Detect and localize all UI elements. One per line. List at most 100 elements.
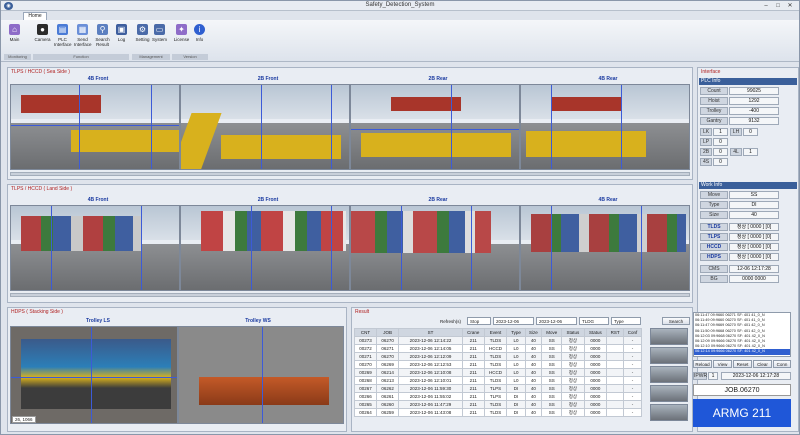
table-cell: TLDS — [483, 408, 508, 417]
log-button[interactable]: ▣ Log — [113, 22, 130, 52]
column-header[interactable]: Event — [483, 328, 508, 337]
table-cell: 정상 — [561, 368, 585, 377]
camera-feed[interactable] — [10, 84, 180, 170]
type-select[interactable]: Type — [611, 317, 641, 325]
column-header[interactable]: Conf — [623, 328, 642, 337]
table-row[interactable]: 00272 06271 2023-12-06 12:14:05 211 HCCD L0 40… — [353, 344, 642, 353]
thumbnail[interactable] — [650, 328, 688, 345]
table-cell: 2023-12-06 12:14:05 — [398, 344, 463, 353]
date-from-input[interactable]: 2023-12-06 — [493, 317, 534, 325]
plc-interface-button[interactable]: ▤ PLC Interface — [54, 22, 72, 52]
maximize-button[interactable]: □ — [773, 2, 783, 10]
send-interface-button[interactable]: ▦ Send Interface — [74, 22, 92, 52]
land-scrollbar[interactable] — [10, 293, 690, 297]
thumbnail[interactable] — [650, 347, 688, 364]
table-row[interactable]: 00267 06262 2023-12-06 11:59:30 211 TLPS DI 40… — [353, 384, 642, 393]
thumbnail[interactable] — [650, 366, 688, 383]
view-button[interactable]: View — [713, 360, 732, 368]
reload-button[interactable]: Reload — [693, 360, 712, 368]
license-button[interactable]: ✦ License — [173, 22, 190, 52]
camera-feed[interactable] — [178, 326, 344, 424]
clear-button[interactable]: Clear — [753, 360, 772, 368]
table-cell: 06261 — [376, 392, 400, 401]
table-cell: 2023-12-06 12:12:09 — [398, 352, 463, 361]
info-button[interactable]: i Info — [191, 22, 208, 52]
conn-button[interactable]: Conn — [773, 360, 791, 368]
plc-info-header: PLC Info — [699, 78, 797, 85]
camera-feed[interactable] — [10, 326, 178, 424]
minimize-button[interactable]: – — [761, 2, 771, 10]
camera-feed[interactable] — [520, 205, 690, 291]
table-cell: - — [623, 352, 642, 361]
cms-label: CMS — [700, 265, 728, 273]
column-header[interactable]: RST — [606, 328, 625, 337]
camera-feed[interactable] — [350, 205, 520, 291]
column-header[interactable]: Size — [524, 328, 543, 337]
search-button[interactable]: Search — [662, 317, 690, 325]
search-result-button[interactable]: ⚲ Search Result — [94, 22, 111, 52]
column-header[interactable]: Status — [583, 328, 608, 337]
camera-feed[interactable] — [520, 84, 690, 170]
table-cell: TLPS — [483, 384, 508, 393]
main-button[interactable]: ⌂ Main — [6, 22, 23, 52]
column-header[interactable]: CNT — [353, 328, 378, 337]
column-header[interactable]: Move — [541, 328, 563, 337]
column-header[interactable]: JOB — [376, 328, 400, 337]
table-row[interactable]: 00266 06261 2023-12-06 11:55:02 211 TLPS DI 40… — [353, 392, 642, 401]
table-cell: DI — [506, 400, 526, 409]
filter-select[interactable]: TLDG — [579, 317, 609, 325]
table-row[interactable]: 00269 06214 2023-12-06 12:10:08 211 HCCD L0 40… — [353, 368, 642, 377]
table-row[interactable]: 00270 06269 2023-12-06 12:12:53 211 TLDS L0 40… — [353, 360, 642, 369]
cms-value: 12-06 12:17:28 — [729, 265, 779, 273]
table-cell — [606, 376, 625, 385]
table-cell: 211 — [461, 384, 485, 393]
sea-scrollbar[interactable] — [10, 172, 690, 176]
table-cell — [606, 344, 625, 353]
sea-side-title: TLPS / HCCD ( Sea Side ) — [11, 69, 70, 75]
date-to-input[interactable]: 2023-12-06 — [536, 317, 577, 325]
table-row[interactable]: 00265 06260 2023-12-06 11:47:29 211 TLDS DI 40… — [353, 400, 642, 409]
table-cell: 정상 — [561, 384, 585, 393]
table-cell: 06269 — [376, 360, 400, 369]
table-cell: - — [623, 368, 642, 377]
camera-feed[interactable] — [350, 84, 520, 170]
cam-label: 2B Front — [257, 197, 279, 203]
tab-home[interactable]: Home — [23, 12, 47, 20]
log-list[interactable]: 06:11:47 09:9660 06271 SF: 401 41_0_N 06… — [693, 312, 791, 357]
table-cell — [606, 352, 625, 361]
table-cell: 211 — [461, 400, 485, 409]
column-header[interactable]: ST — [398, 328, 463, 337]
table-row[interactable]: 00271 06270 2023-12-06 12:12:09 211 TLDS L0 40… — [353, 352, 642, 361]
tlps-status-label: TLPS — [700, 233, 728, 241]
close-button[interactable]: ✕ — [785, 2, 795, 10]
table-cell: SS — [541, 384, 563, 393]
table-cell: 0000 — [583, 384, 608, 393]
land-side-panel: TLPS / HCCD ( Land Side ) 4B Front 2B Fr… — [7, 184, 693, 303]
table-row[interactable]: 00268 06213 2023-12-06 12:10:01 211 TLDS L0 40… — [353, 376, 642, 385]
camera-button[interactable]: ● Camera — [34, 22, 51, 52]
table-cell: - — [623, 336, 642, 345]
setting-button[interactable]: ⚙ Setting — [134, 22, 151, 52]
system-button[interactable]: ▭ System — [151, 22, 168, 52]
camera-feed[interactable] — [180, 205, 350, 291]
column-header[interactable]: Type — [506, 328, 526, 337]
thumbnail[interactable] — [650, 404, 688, 421]
log-line-selected[interactable]: 06:12:14 09:9666 06270 SF: 401 42_0_N — [694, 349, 790, 355]
table-row[interactable]: 00273 06270 2023-12-06 12:14:22 211 TLDS L0 40… — [353, 336, 642, 345]
column-header[interactable]: Crane — [461, 328, 485, 337]
work-type-label: Type — [700, 201, 728, 209]
table-cell: 211 — [461, 352, 485, 361]
plc-flag-label: LP — [700, 138, 712, 146]
table-row[interactable]: 00264 06259 2023-12-06 11:43:08 211 TLDS DI 40… — [353, 408, 642, 417]
interface-title: Interface — [701, 69, 721, 75]
plc-count-label: Count — [700, 87, 728, 95]
camera-feed[interactable] — [180, 84, 350, 170]
refresh-select[interactable]: Stop — [467, 317, 491, 325]
table-cell: 40 — [524, 376, 543, 385]
camera-feed[interactable] — [10, 205, 180, 291]
table-cell: 정상 — [561, 352, 585, 361]
thumbnail[interactable] — [650, 385, 688, 402]
reset-button[interactable]: Reset — [733, 360, 752, 368]
bg-label: BG — [700, 275, 728, 283]
column-header[interactable]: Status — [561, 328, 585, 337]
